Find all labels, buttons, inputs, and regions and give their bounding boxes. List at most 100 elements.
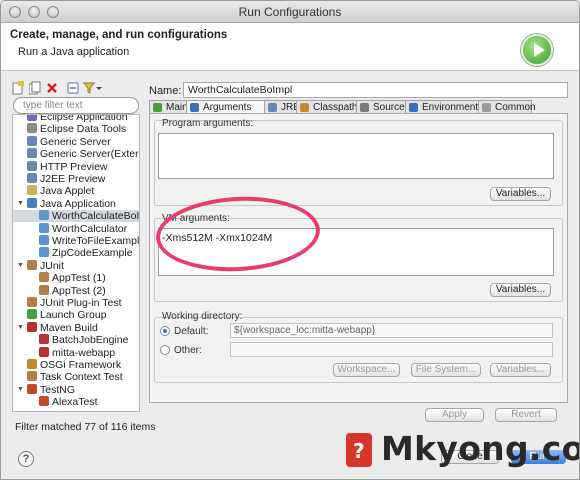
config-type-icon xyxy=(27,259,37,270)
config-type-icon xyxy=(27,123,37,134)
config-type-icon xyxy=(39,396,49,407)
watermark-text: Mkyong.com xyxy=(381,429,579,468)
tree-item-label: AppTest (2) xyxy=(52,284,106,297)
tree-item[interactable]: BatchJobEngine xyxy=(13,334,139,346)
delete-icon[interactable] xyxy=(46,81,58,95)
tree-item[interactable]: Eclipse Data Tools xyxy=(13,123,139,135)
tree-item-label: Eclipse Application xyxy=(40,114,128,123)
config-type-icon xyxy=(27,309,37,320)
filter-icon[interactable] xyxy=(83,81,95,95)
default-label: Default: xyxy=(174,326,209,337)
expand-triangle-icon[interactable]: ▼ xyxy=(17,200,25,208)
config-type-icon xyxy=(27,173,37,183)
tree-item[interactable]: mitta-webapp xyxy=(13,346,139,359)
run-configurations-window: Run Configurations Create, manage, and r… xyxy=(0,0,580,480)
config-type-icon xyxy=(39,222,49,233)
duplicate-icon[interactable] xyxy=(29,81,41,95)
tree-item[interactable]: WorthCalculator xyxy=(13,222,139,235)
tree-item[interactable]: AppTest (2) xyxy=(13,284,139,297)
config-type-icon xyxy=(27,148,37,159)
tab-source[interactable]: Source xyxy=(356,100,406,114)
default-radio[interactable] xyxy=(160,326,170,336)
tree-item[interactable]: Java Applet xyxy=(13,185,139,197)
tree-item[interactable]: TestNG xyxy=(13,383,139,396)
config-type-icon xyxy=(27,321,37,332)
tree-item[interactable]: Generic Server(External L xyxy=(13,148,139,160)
tree-item[interactable]: AlexaTest xyxy=(13,396,139,408)
tree-item-label: Maven Build xyxy=(40,321,98,334)
tab-label: Main xyxy=(166,102,188,113)
tree-item-label: WriteToFileExample xyxy=(52,235,140,247)
source-tab-icon xyxy=(360,103,369,112)
configuration-tree[interactable]: Eclipse Application Eclipse Data Tools Gen… xyxy=(12,114,140,412)
expand-triangle-icon[interactable]: ▼ xyxy=(17,324,25,332)
tab-main[interactable]: Main xyxy=(149,100,188,114)
tree-item[interactable]: Maven Build xyxy=(13,321,139,334)
tree-item-label: Eclipse Data Tools xyxy=(40,123,127,136)
other-directory-input[interactable] xyxy=(230,342,553,357)
config-type-icon xyxy=(39,334,49,345)
tree-item[interactable]: Eclipse Application xyxy=(13,114,139,123)
tree-item-label: WorthCalculator xyxy=(52,222,128,235)
program-variables-button[interactable]: Variables... xyxy=(490,187,551,201)
help-icon[interactable]: ? xyxy=(18,451,34,467)
tree-item[interactable]: OSGi Framework xyxy=(13,359,139,371)
other-radio[interactable] xyxy=(160,345,170,355)
tree-item[interactable]: AppTest (1) xyxy=(13,272,139,284)
tree-item-label: Generic Server(External L xyxy=(40,148,139,161)
config-type-icon xyxy=(27,185,37,196)
mkyong-logo-glyph: ? xyxy=(353,439,365,463)
config-type-icon xyxy=(27,359,37,369)
name-input[interactable]: WorthCalculateBoImpl xyxy=(183,82,568,98)
arguments-tab-icon xyxy=(190,103,199,112)
tree-item[interactable]: Launch Group xyxy=(13,309,139,321)
tree-item-label: TestNG xyxy=(40,383,76,396)
tab-environment[interactable]: Environment xyxy=(405,100,479,114)
tree-item[interactable]: Task Context Test xyxy=(13,371,139,383)
config-type-icon xyxy=(27,115,37,121)
tree-item-label: JUnit xyxy=(40,259,64,272)
tree-item[interactable]: Java Application xyxy=(13,197,139,210)
tree-item[interactable]: JUnit xyxy=(13,259,139,272)
tab-classpath[interactable]: Classpath xyxy=(296,100,357,114)
program-arguments-textarea[interactable] xyxy=(158,133,554,179)
config-type-icon xyxy=(27,197,37,208)
dropdown-icon[interactable] xyxy=(96,81,102,95)
tree-item-label: mitta-webapp xyxy=(52,346,116,359)
tree-item[interactable]: ZipCodeExample xyxy=(13,247,139,259)
tree-item-label: WorthCalculateBoImpl xyxy=(52,210,140,223)
tab-label: Classpath xyxy=(313,102,358,113)
tab-jre[interactable]: JRE xyxy=(264,100,300,114)
config-type-icon xyxy=(27,371,37,382)
tree-item-label: ZipCodeExample xyxy=(52,247,133,260)
other-label: Other: xyxy=(174,345,202,356)
revert-button[interactable]: Revert xyxy=(495,408,557,422)
new-config-icon[interactable] xyxy=(12,81,24,95)
expand-triangle-icon[interactable]: ▼ xyxy=(17,262,25,270)
tree-item[interactable]: J2EE Preview xyxy=(13,173,139,185)
working-directory-label: Working directory: xyxy=(162,311,243,322)
tree-item-label: JUnit Plug-in Test xyxy=(40,297,122,309)
expand-triangle-icon[interactable]: ▼ xyxy=(17,386,25,394)
collapse-all-icon[interactable] xyxy=(67,81,79,95)
filter-input[interactable]: type filter text xyxy=(13,97,139,114)
tab-common[interactable]: Common xyxy=(478,100,536,114)
tree-item[interactable]: WriteToFileExample xyxy=(13,235,139,247)
working-variables-button[interactable]: Variables... xyxy=(490,363,551,377)
config-type-icon xyxy=(39,272,49,283)
file-system-button[interactable]: File System... xyxy=(411,363,481,377)
tab-label: Environment xyxy=(422,102,479,113)
tree-item[interactable]: JUnit Plug-in Test xyxy=(13,297,139,309)
filter-status: Filter matched 77 of 116 items xyxy=(15,421,156,433)
workspace-button[interactable]: Workspace... xyxy=(333,363,400,377)
tree-item[interactable]: HTTP Preview xyxy=(13,160,139,173)
apply-button[interactable]: Apply xyxy=(425,408,484,422)
tree-item-label: J2EE Preview xyxy=(40,173,106,185)
header-subtitle: Run a Java application xyxy=(18,46,130,58)
tree-item[interactable]: Generic Server xyxy=(13,135,139,148)
common-tab-icon xyxy=(482,103,491,112)
tree-item[interactable]: WorthCalculateBoImpl xyxy=(13,210,140,223)
tree-item-label: Launch Group xyxy=(40,309,107,322)
config-type-icon xyxy=(27,383,37,394)
vm-variables-button[interactable]: Variables... xyxy=(490,283,551,297)
